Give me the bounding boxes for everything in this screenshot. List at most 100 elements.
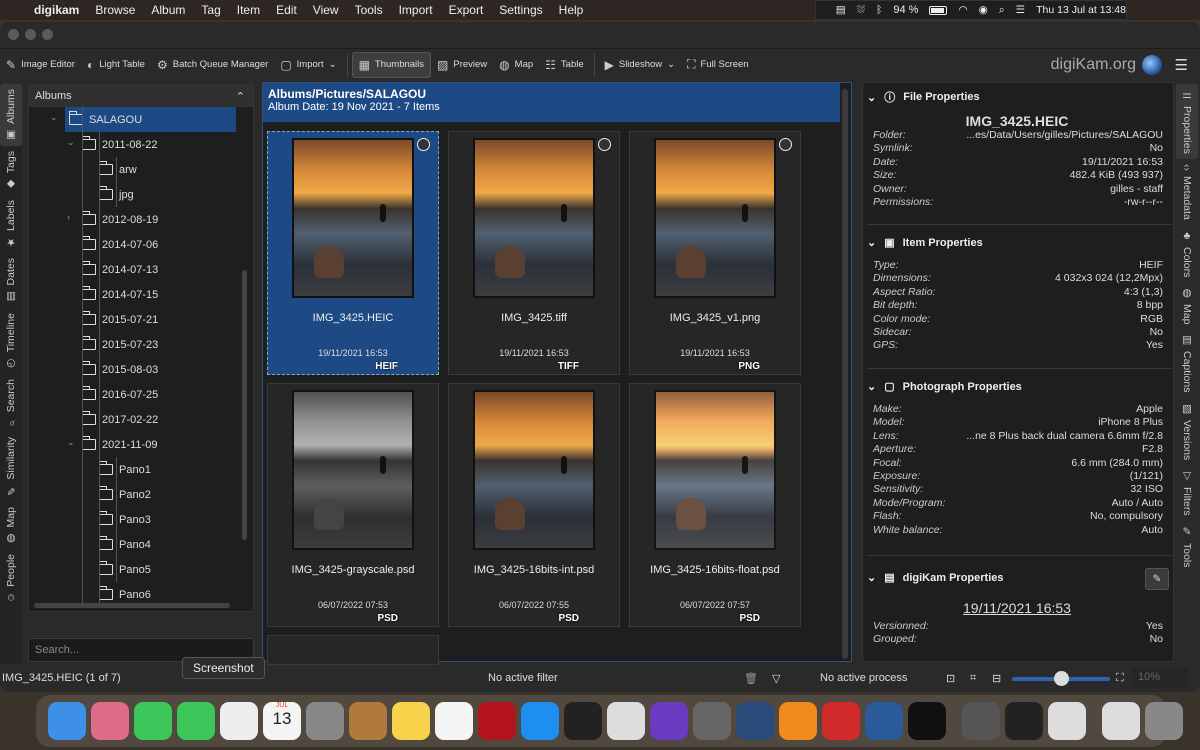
tab-map[interactable]: ◍ Map xyxy=(0,502,22,549)
dock-app-icon[interactable] xyxy=(962,702,1000,740)
thumbnails-button[interactable]: ▦ Thumbnails xyxy=(351,51,432,78)
dock-app-icon[interactable] xyxy=(1102,702,1140,740)
tab-versions[interactable]: ▧ Versions xyxy=(1176,398,1198,465)
table-button[interactable]: ☷ Table xyxy=(539,52,589,78)
thumbnail-item[interactable]: TIFF IMG_3425.tiff 19/11/2021 16:53 xyxy=(448,131,620,375)
dock-app-icon[interactable] xyxy=(1145,702,1183,740)
batch-queue-manager-button[interactable]: ⚙ Batch Queue Manager xyxy=(151,52,274,78)
dock-app-icon[interactable] xyxy=(521,702,559,740)
tab-metadata[interactable]: ‹› Metadata xyxy=(1176,159,1198,225)
tab-filters[interactable]: ▽ Filters xyxy=(1176,465,1198,521)
tab-timeline[interactable]: ◷ Timeline xyxy=(0,308,22,374)
full-screen-button[interactable]: ⛶ Full Screen xyxy=(681,52,754,78)
tab-colors[interactable]: ♣ Colors xyxy=(1176,225,1198,282)
bluetooth-icon[interactable]: ᛒ xyxy=(876,4,882,16)
thumbnail-item[interactable]: PSD IMG_3425-16bits-int.psd 06/07/2022 07:… xyxy=(448,383,620,627)
zoom-button[interactable] xyxy=(42,28,53,40)
battery-icon[interactable] xyxy=(929,5,948,15)
close-button[interactable] xyxy=(8,28,19,40)
network-icon[interactable]: ⛆ xyxy=(857,4,865,17)
album-tree-item[interactable]: 2016-07-25 xyxy=(82,382,158,407)
dock-app-icon[interactable] xyxy=(607,702,645,740)
dock-app-icon[interactable] xyxy=(220,702,258,740)
tab-map[interactable]: ◍ Map xyxy=(1176,282,1198,329)
dock-app-icon[interactable] xyxy=(435,702,473,740)
zoom-100-icon[interactable]: ⌗ xyxy=(970,672,976,685)
album-tree-item[interactable]: 2014-07-06 xyxy=(82,232,158,257)
hamburger-menu-icon[interactable]: ☰ xyxy=(1175,56,1188,74)
menu-item[interactable]: Item xyxy=(237,3,260,17)
chevron-down-icon[interactable]: ⌄ xyxy=(867,571,876,584)
menu-edit[interactable]: Edit xyxy=(276,3,297,17)
album-tree-item[interactable]: 2015-07-23 xyxy=(82,332,158,357)
tab-tags[interactable]: ◆ Tags xyxy=(0,146,22,195)
edit-pencil-button[interactable]: ✎ xyxy=(1145,568,1169,590)
album-tree-item[interactable]: 2021-11-09 xyxy=(82,432,157,457)
dock-app-icon[interactable] xyxy=(91,702,129,740)
dock-app-icon[interactable] xyxy=(48,702,86,740)
menu-import[interactable]: Import xyxy=(399,3,433,17)
thumbnail-item[interactable]: HEIF IMG_3425.HEIC 19/11/2021 16:53 xyxy=(267,131,439,375)
menu-settings[interactable]: Settings xyxy=(499,3,542,17)
dock-app-icon[interactable] xyxy=(1005,702,1043,740)
menu-app[interactable]: digikam xyxy=(34,3,79,17)
control-center-icon[interactable]: ☰ xyxy=(1016,4,1025,16)
tab-dates[interactable]: ▥ Dates xyxy=(0,253,22,307)
clock[interactable]: Thu 13 Jul at 13:48 xyxy=(1036,4,1126,16)
section-header[interactable]: ⌄ ⓘ File Properties xyxy=(867,89,1167,105)
dock-app-icon[interactable] xyxy=(865,702,903,740)
slideshow-button[interactable]: ▶ Slideshow ⌄ xyxy=(599,52,682,78)
digikam-brand[interactable]: digiKam.org xyxy=(1051,54,1162,75)
dock-app-icon[interactable] xyxy=(349,702,387,740)
tab-labels[interactable]: ★ Labels xyxy=(0,195,22,253)
tab-captions[interactable]: ▤ Captions xyxy=(1176,329,1198,397)
thumbnail-cell-partial[interactable] xyxy=(267,635,439,665)
filter-icon[interactable]: ▽ xyxy=(772,672,780,685)
thumbnail-item[interactable]: PNG IMG_3425_v1.png 19/11/2021 16:53 xyxy=(629,131,801,375)
chevron-down-icon[interactable]: ⌄ xyxy=(867,380,876,393)
album-tree-item[interactable]: Pano2 xyxy=(99,482,151,507)
digikam-date[interactable]: 19/11/2021 16:53 xyxy=(867,600,1167,616)
chevron-down-icon[interactable]: ⌄ xyxy=(67,137,75,148)
wifi-icon[interactable]: ◠ xyxy=(958,4,967,16)
thumbnail-scrollbar[interactable] xyxy=(842,89,848,659)
dock-app-icon[interactable] xyxy=(564,702,602,740)
album-tree-item[interactable]: 2011-08-22 xyxy=(82,132,157,157)
chevron-down-icon[interactable]: ⌄ xyxy=(867,91,876,104)
album-tree-item[interactable]: 2015-08-03 xyxy=(82,357,158,382)
dock-app-icon[interactable] xyxy=(736,702,774,740)
section-header[interactable]: ⌄ ▣ Item Properties xyxy=(867,236,1167,250)
dock-app-icon[interactable] xyxy=(908,702,946,740)
menu-browse[interactable]: Browse xyxy=(95,3,135,17)
dock-app-icon[interactable] xyxy=(693,702,731,740)
chevron-down-icon[interactable]: ⌄ xyxy=(667,59,675,70)
display-icon[interactable]: ▤ xyxy=(836,4,846,16)
zoom-out-icon[interactable]: ⊟ xyxy=(992,672,1001,685)
tree-horizontal-scrollbar[interactable] xyxy=(34,603,230,608)
thumbnail-item[interactable]: PSD IMG_3425-16bits-float.psd 06/07/2022 0… xyxy=(629,383,801,627)
section-header[interactable]: ⌄ ▢ Photograph Properties xyxy=(867,380,1167,394)
chevron-up-icon[interactable]: ⌃ xyxy=(236,90,245,103)
dock-app-icon[interactable] xyxy=(306,702,344,740)
dock-app-icon[interactable] xyxy=(1048,702,1086,740)
album-tree-item[interactable]: 2015-07-21 xyxy=(82,307,158,332)
calendar-app-icon[interactable]: JUL 13 xyxy=(263,702,301,740)
spotlight-icon[interactable]: ⌕ xyxy=(999,4,1005,17)
dock-app-icon[interactable] xyxy=(177,702,215,740)
menu-tag[interactable]: Tag xyxy=(201,3,220,17)
album-tree-item[interactable]: Pano3 xyxy=(99,507,151,532)
section-header[interactable]: ⌄ ▤ digiKam Properties xyxy=(867,571,1167,585)
menu-view[interactable]: View xyxy=(313,3,339,17)
chevron-down-icon[interactable]: ⌄ xyxy=(329,59,337,70)
user-icon[interactable]: ◉ xyxy=(979,4,988,16)
menu-album[interactable]: Album xyxy=(151,3,185,17)
zoom-in-icon[interactable]: ⛶ xyxy=(1116,672,1124,685)
dock-app-icon[interactable] xyxy=(779,702,817,740)
album-tree-item[interactable]: Pano4 xyxy=(99,532,151,557)
map-button[interactable]: ◍ Map xyxy=(493,52,539,78)
menu-export[interactable]: Export xyxy=(449,3,484,17)
tab-search[interactable]: ⌕ Search xyxy=(0,374,22,432)
zoom-fit-icon[interactable]: ⊡ xyxy=(946,672,955,685)
album-tree-item[interactable]: 2014-07-15 xyxy=(82,282,158,307)
preview-button[interactable]: ▨ Preview xyxy=(431,52,493,78)
